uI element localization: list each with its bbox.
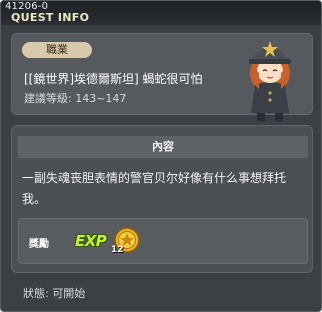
- reward-label: 獎勵: [29, 239, 49, 250]
- quest-description: 一副失魂丧胆表情的警官贝尔好像有什么事想拜托我。: [22, 171, 287, 206]
- title-bar[interactable]: 41206-0 QUEST INFO: [1, 1, 321, 25]
- reward-item-quantity: 12: [111, 245, 124, 255]
- content-header: 內容: [18, 136, 308, 158]
- quest-category-badge: 職業: [22, 42, 92, 58]
- quest-content-panel: 內容 一副失魂丧胆表情的警官贝尔好像有什么事想拜托我。 獎勵 EXP 12: [11, 125, 313, 273]
- reward-section: 獎勵 EXP 12: [18, 218, 308, 264]
- recommended-level: 建議等級: 143~147: [24, 92, 127, 105]
- window-title: QUEST INFO: [11, 11, 90, 24]
- quest-status: 狀態: 可開始: [23, 287, 86, 300]
- npc-portrait: [249, 41, 291, 121]
- quest-info-window: 41206-0 QUEST INFO 職業 [[鏡世界]埃德爾斯坦] 蝎蛇很可怕…: [0, 0, 322, 312]
- exp-reward-icon[interactable]: EXP: [75, 232, 107, 250]
- quest-name: [[鏡世界]埃德爾斯坦] 蝎蛇很可怕: [24, 72, 203, 86]
